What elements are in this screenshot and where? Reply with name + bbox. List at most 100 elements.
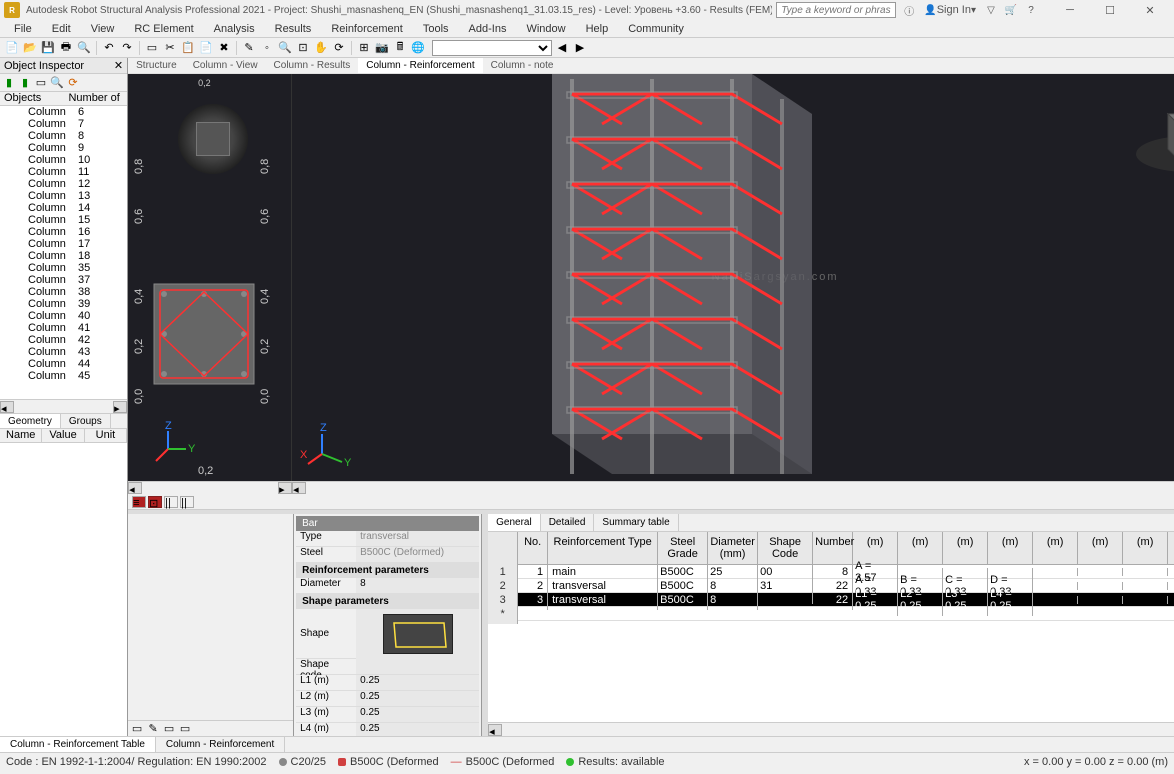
list-item[interactable]: Column7 xyxy=(0,118,127,130)
filter-icon[interactable]: ▮ xyxy=(2,76,16,90)
3d-viewport[interactable]: NairiSargsyan.com xyxy=(292,74,1174,481)
l1-value[interactable]: 0.25 xyxy=(356,675,479,690)
snap-icon[interactable]: ⊞ xyxy=(356,40,372,56)
list-item[interactable]: Column14 xyxy=(0,202,127,214)
shape-code-value[interactable] xyxy=(356,659,479,674)
section-viewport[interactable]: 0,2 0,8 0,6 0,4 0,2 0,0 0,8 0,6 0,4 0,2 … xyxy=(128,74,292,481)
menu-file[interactable]: File xyxy=(4,23,42,35)
menu-community[interactable]: Community xyxy=(618,23,694,35)
menu-analysis[interactable]: Analysis xyxy=(204,23,265,35)
tab-groups[interactable]: Groups xyxy=(61,414,111,428)
wtab-reinf-table[interactable]: Column - Reinforcement Table xyxy=(0,737,156,752)
add-icon[interactable]: ▮ xyxy=(18,76,32,90)
tab-column-results[interactable]: Column - Results xyxy=(266,58,359,73)
sign-in-button[interactable]: 👤 Sign In ▾ xyxy=(920,2,980,18)
select-icon[interactable]: ▭ xyxy=(144,40,160,56)
menu-window[interactable]: Window xyxy=(516,23,575,35)
list-item[interactable]: Column40 xyxy=(0,310,127,322)
rotate-icon[interactable]: ⟳ xyxy=(331,40,347,56)
bl-icon-1[interactable]: ▭ xyxy=(130,722,144,736)
bar-dia-value[interactable]: 8 xyxy=(356,578,479,593)
list-item[interactable]: Column39 xyxy=(0,298,127,310)
scroll-left-icon[interactable]: ◂ xyxy=(292,482,306,494)
search-input[interactable] xyxy=(776,2,896,18)
list-item[interactable]: Column37 xyxy=(0,274,127,286)
menu-addins[interactable]: Add-Ins xyxy=(459,23,517,35)
menu-tools[interactable]: Tools xyxy=(413,23,459,35)
viewcube[interactable]: TOP RIGHT xyxy=(1148,94,1174,164)
menu-rcelement[interactable]: RC Element xyxy=(124,23,203,35)
scroll-right-icon[interactable]: ▸ xyxy=(113,401,127,413)
undo-icon[interactable]: ↶ xyxy=(101,40,117,56)
edit-icon[interactable]: ✎ xyxy=(241,40,257,56)
copy-icon[interactable]: 📋 xyxy=(180,40,196,56)
minimize-button[interactable]: ─ xyxy=(1050,0,1090,20)
cut-icon[interactable]: ✂ xyxy=(162,40,178,56)
globe-icon[interactable]: 🌐 xyxy=(410,40,426,56)
list-item[interactable]: Column44 xyxy=(0,358,127,370)
zoom-fit-icon[interactable]: ⊡ xyxy=(295,40,311,56)
list-item[interactable]: Column6 xyxy=(0,106,127,118)
pan-icon[interactable]: ✋ xyxy=(313,40,329,56)
selection-combo[interactable] xyxy=(432,40,552,56)
list-item[interactable]: Column42 xyxy=(0,334,127,346)
help-icon[interactable]: ? xyxy=(1022,2,1040,18)
reinforcement-table[interactable]: No. Reinforcement Type Steel Grade Diame… xyxy=(488,532,1174,722)
new-icon[interactable]: 📄 xyxy=(4,40,20,56)
object-list[interactable]: Column6Column7Column8Column9Column10Colu… xyxy=(0,106,127,399)
tab-structure[interactable]: Structure xyxy=(128,58,185,73)
list-item[interactable]: Column8 xyxy=(0,130,127,142)
preview-icon[interactable]: 🔍 xyxy=(76,40,92,56)
tab-column-reinforcement[interactable]: Column - Reinforcement xyxy=(358,58,482,73)
l4-value[interactable]: 0.25 xyxy=(356,723,479,736)
print-icon[interactable]: 🖶 xyxy=(58,40,74,56)
wtab-reinf[interactable]: Column - Reinforcement xyxy=(156,737,285,752)
tab-summary[interactable]: Summary table xyxy=(594,514,678,531)
panel-close-icon[interactable]: ✕ xyxy=(114,59,123,72)
viewmode-2-icon[interactable]: ⊡ xyxy=(148,496,162,508)
redo-icon[interactable]: ↷ xyxy=(119,40,135,56)
nav-prev-icon[interactable]: ◀ xyxy=(554,40,570,56)
bl-icon-3[interactable]: ▭ xyxy=(162,722,176,736)
list-item[interactable]: Column18 xyxy=(0,250,127,262)
bl-icon-2[interactable]: ✎ xyxy=(146,722,160,736)
search-icon[interactable]: 🔍 xyxy=(50,76,64,90)
vp-right-hscroll[interactable]: ◂▸ xyxy=(292,481,1174,495)
list-item[interactable]: Column13 xyxy=(0,190,127,202)
cart-icon[interactable]: 🛒 xyxy=(1002,2,1020,18)
l2-value[interactable]: 0.25 xyxy=(356,691,479,706)
hscroll[interactable]: ◂ ▸ xyxy=(0,399,127,413)
table-row[interactable]: 3 3 transversal B500C 8 22 L1 = 0.25 L2 … xyxy=(488,593,1174,607)
close-button[interactable]: ✕ xyxy=(1130,0,1170,20)
calc-icon[interactable]: 🖩 xyxy=(392,40,408,56)
list-item[interactable]: Column45 xyxy=(0,370,127,382)
menu-view[interactable]: View xyxy=(81,23,125,35)
node-icon[interactable]: ◦ xyxy=(259,40,275,56)
viewmode-1-icon[interactable]: ≡ xyxy=(132,496,146,508)
viewmode-4-icon[interactable]: || xyxy=(180,496,194,508)
zoom-window-icon[interactable]: 🔍 xyxy=(277,40,293,56)
menu-results[interactable]: Results xyxy=(265,23,322,35)
menu-reinforcement[interactable]: Reinforcement xyxy=(321,23,413,35)
nav-next-icon[interactable]: ▶ xyxy=(572,40,588,56)
refresh-icon[interactable]: ⟳ xyxy=(66,76,80,90)
exchange-icon[interactable]: ▽ xyxy=(982,2,1000,18)
list-item[interactable]: Column9 xyxy=(0,142,127,154)
list-item[interactable]: Column12 xyxy=(0,178,127,190)
menu-help[interactable]: Help xyxy=(576,23,619,35)
tab-detailed[interactable]: Detailed xyxy=(541,514,595,531)
list-item[interactable]: Column15 xyxy=(0,214,127,226)
list-item[interactable]: Column41 xyxy=(0,322,127,334)
list-item[interactable]: Column43 xyxy=(0,346,127,358)
tab-column-view[interactable]: Column - View xyxy=(185,58,266,73)
scroll-left-icon[interactable]: ◂ xyxy=(488,724,502,736)
viewmode-3-icon[interactable]: || xyxy=(164,496,178,508)
info-center-icon[interactable]: ⓘ xyxy=(900,2,918,18)
table-hscroll[interactable]: ◂▸ xyxy=(488,722,1174,736)
tab-geometry[interactable]: Geometry xyxy=(0,414,61,428)
shape-preview[interactable] xyxy=(356,609,479,659)
bl-icon-4[interactable]: ▭ xyxy=(178,722,192,736)
list-item[interactable]: Column38 xyxy=(0,286,127,298)
prop-icon[interactable]: ▭ xyxy=(34,76,48,90)
list-item[interactable]: Column11 xyxy=(0,166,127,178)
